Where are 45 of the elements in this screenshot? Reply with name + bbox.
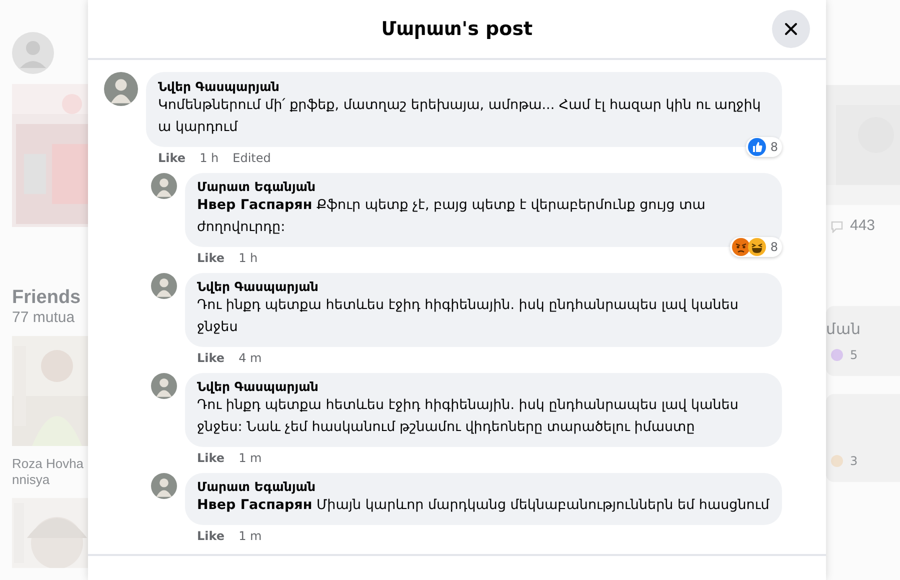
like-link[interactable]: Like	[197, 251, 225, 265]
avatar-icon	[151, 173, 177, 199]
reaction-count: 3	[850, 454, 858, 468]
avatar-icon	[151, 373, 177, 399]
comment-text: Нвер Гаспарян Քֆուր պետք չէ, բայց պետք է վերաբերմունք ցույց տա ժողովուրդը:	[197, 196, 706, 237]
author-name[interactable]: Մարատ Եգանյան	[197, 479, 770, 494]
timestamp[interactable]: 4 m	[238, 351, 262, 365]
laughing-face-icon	[748, 238, 766, 256]
comment-text: Կոմենթներում մի՛ քրֆեք, մատղաշ երեխայա, ամոթա... Համ էլ հազար կին ու աղջիկ ա կարդում	[158, 96, 762, 137]
dialog-title: Մարատ's post	[381, 18, 533, 40]
card-text: ման	[826, 320, 862, 338]
timestamp[interactable]: 1 m	[238, 529, 262, 543]
reaction-badge[interactable]: 8	[730, 237, 782, 257]
like-link[interactable]: Like	[197, 451, 225, 465]
comment-text: Դու ինքդ պետքա հետևես էջիդ հիգիենային. իսկ ընդհանրապես լավ կանես ջնջես	[197, 296, 740, 337]
timestamp[interactable]: 1 h	[200, 151, 219, 165]
comment-text: Դու ինքդ պետքա հետևես էջիդ հիգիենային. իսկ ընդհանրապես լավ կանես ջնջես: Նաև չեմ հասկանում թշնամու վիդեոները տարածելու իմաստը	[197, 396, 740, 437]
angry-face-icon	[732, 238, 750, 256]
close-icon	[784, 22, 798, 36]
mutual-count: 77 mutua	[12, 309, 76, 326]
timestamp[interactable]: 1 m	[238, 451, 262, 465]
comment-text: Нвер Гаспарян Միայն կարևոր մարդկանց մեկնաբանություններն եմ հասցնում	[197, 496, 770, 515]
thumbs-up-icon	[748, 138, 766, 156]
reaction-badge[interactable]: 8	[746, 137, 782, 157]
like-link[interactable]: Like	[197, 351, 225, 365]
comment-icon	[830, 218, 844, 232]
close-button[interactable]	[772, 10, 810, 48]
reaction-count: 5	[850, 348, 858, 362]
like-link[interactable]: Like	[197, 529, 225, 543]
author-name[interactable]: Նվեր Գասպարյան	[197, 379, 770, 394]
timestamp[interactable]: 1 h	[238, 251, 258, 265]
like-link[interactable]: Like	[158, 151, 186, 165]
section-title: Friends	[12, 287, 82, 309]
avatar-icon	[151, 473, 177, 499]
author-name[interactable]: Մարատ Եգանյան	[197, 179, 770, 194]
comment-count: 443	[850, 217, 876, 234]
friend-name: Roza Hovhannisya	[12, 456, 85, 488]
reaction-icon	[830, 454, 844, 468]
edited-label: Edited	[232, 151, 271, 165]
avatar-icon	[12, 32, 54, 74]
avatar-icon	[151, 273, 177, 299]
avatar-icon	[104, 72, 138, 106]
author-name[interactable]: Նվեր Գասպարյան	[158, 79, 770, 94]
reaction-icon	[830, 348, 844, 362]
author-name[interactable]: Նվեր Գասպարյան	[197, 279, 770, 294]
